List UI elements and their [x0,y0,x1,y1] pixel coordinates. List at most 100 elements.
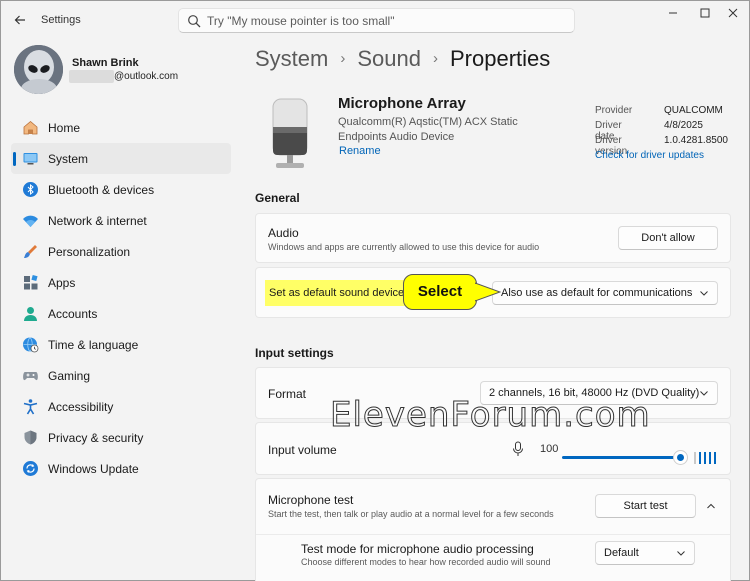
minimize-button[interactable] [659,5,687,23]
monitor-icon [23,153,38,165]
breadcrumb: System › Sound › Properties [255,46,550,76]
home-icon [23,120,38,135]
device-description: Qualcomm(R) Aqstic(TM) ACX Static Endpoi… [338,116,518,143]
globe-clock-icon [23,337,39,353]
bluetooth-icon [23,182,38,197]
input-volume-slider[interactable] [562,456,680,459]
minimize-icon [669,12,677,14]
watermark: ElevenForum.com [330,395,651,436]
maximize-icon [700,8,710,18]
sidebar-item-accounts[interactable]: Accounts [11,298,231,329]
back-button[interactable] [10,10,30,30]
close-icon [728,8,738,18]
sidebar-item-label: System [48,152,89,166]
sidebar-item-label: Personalization [48,245,131,259]
sidebar-item-label: Home [48,121,81,135]
sidebar-item-label: Time & language [48,338,139,352]
driver-value: 1.0.4281.8500 [664,135,728,146]
user-name: Shawn Brink [72,57,139,69]
search-icon [188,15,201,28]
select-callout: Select [403,274,477,310]
app-title: Settings [41,14,81,26]
breadcrumb-sound[interactable]: Sound [357,46,421,71]
set-default-device-label: Set as default sound device [269,287,405,299]
microphone-test-card: Microphone test Start the test, then tal… [255,478,731,581]
user-email: @outlook.com [114,71,179,82]
audio-description: Windows and apps are currently allowed t… [268,242,540,252]
sidebar-item-accessibility[interactable]: Accessibility [11,391,231,422]
microphone-device-icon [272,98,308,168]
sidebar-item-personalization[interactable]: Personalization [11,236,231,267]
dropdown-value: Also use as default for communications [501,287,693,299]
shield-icon [24,430,37,445]
format-label: Format [268,387,307,401]
rename-link[interactable]: Rename [339,145,381,157]
close-button[interactable] [719,5,747,23]
input-volume-value: 100 [540,443,559,455]
avatar[interactable] [14,45,63,94]
slider-thumb[interactable] [673,450,688,465]
title-bar: Settings [1,1,749,39]
maximize-button[interactable] [691,5,719,23]
sidebar-item-windows-update[interactable]: Windows Update [11,453,231,484]
driver-key: Provider [595,105,633,116]
sidebar-item-privacy[interactable]: Privacy & security [11,422,231,453]
volume-level-meter [694,452,716,464]
input-volume-label: Input volume [268,443,337,457]
wifi-icon [23,215,38,227]
sidebar-item-system[interactable]: System [11,143,231,174]
chevron-up-icon[interactable] [706,501,716,511]
page-title: Properties [449,46,551,71]
person-icon [24,307,37,321]
sidebar-item-network[interactable]: Network & internet [11,205,231,236]
sidebar-item-label: Windows Update [48,462,139,476]
chevron-down-icon [700,391,708,396]
back-arrow-icon [14,15,25,25]
start-test-button[interactable]: Start test [595,494,696,518]
gamepad-icon [23,372,38,381]
test-mode-dropdown[interactable]: Default [595,541,695,565]
alien-avatar-icon [14,45,63,94]
callout-pointer-icon [475,282,501,302]
sidebar-item-label: Bluetooth & devices [48,183,155,197]
chevron-right-icon: › [340,50,346,67]
audio-title: Audio [268,226,299,240]
sidebar-item-time-language[interactable]: Time & language [11,329,231,360]
divider [256,534,730,535]
accessibility-icon [23,399,38,415]
chevron-down-icon [700,291,708,296]
breadcrumb-system[interactable]: System [255,46,328,71]
check-driver-updates-link[interactable]: Check for driver updates [595,150,704,161]
email-redaction [69,70,114,83]
search-input[interactable] [207,13,567,29]
chevron-down-icon [677,551,685,556]
test-mode-description: Choose different modes to hear how recor… [301,557,551,567]
sidebar-item-label: Apps [48,276,76,290]
apps-icon [24,274,38,290]
default-device-dropdown[interactable]: Also use as default for communications [492,281,718,305]
test-mode-title: Test mode for microphone audio processin… [301,542,534,556]
search-box[interactable] [178,8,575,33]
sidebar-item-home[interactable]: Home [11,112,231,143]
mic-test-description: Start the test, then talk or play audio … [268,509,554,519]
dropdown-value: Default [604,547,639,559]
audio-card: Audio Windows and apps are currently all… [255,213,731,263]
sidebar-item-label: Accessibility [48,400,114,414]
section-general: General [255,191,300,205]
dont-allow-button[interactable]: Don't allow [618,226,718,250]
sidebar-nav: Home System Bluetooth & devices Network [11,112,231,484]
mic-test-title: Microphone test [268,493,354,507]
default-device-highlight[interactable]: Set as default sound device [265,280,408,306]
chevron-right-icon: › [432,50,438,67]
sidebar-item-gaming[interactable]: Gaming [11,360,231,391]
device-name: Microphone Array [338,95,466,112]
active-indicator [13,152,16,166]
section-input-settings: Input settings [255,346,334,360]
sidebar-item-label: Network & internet [48,214,147,228]
brush-icon [24,245,37,258]
sidebar-item-bluetooth[interactable]: Bluetooth & devices [11,174,231,205]
sidebar-item-label: Accounts [48,307,98,321]
microphone-icon[interactable] [512,441,524,457]
sidebar-item-apps[interactable]: Apps [11,267,231,298]
sidebar-item-label: Gaming [48,369,91,383]
